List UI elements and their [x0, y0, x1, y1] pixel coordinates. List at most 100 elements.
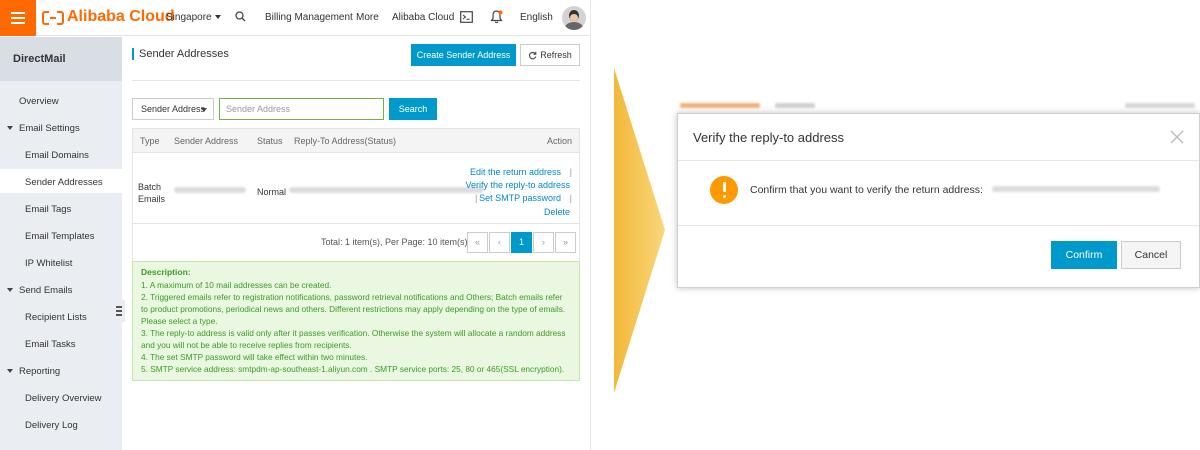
caret-down-icon — [214, 15, 221, 19]
column-header-action: Action — [546, 136, 572, 146]
description-panel: Description: 1. A maximum of 10 mail add… — [132, 261, 580, 381]
sidebar-item-label: Email Domains — [25, 150, 89, 161]
sidebar-item-recipient-lists[interactable]: Recipient Lists — [0, 304, 122, 328]
sidebar-item-delivery-overview[interactable]: Delivery Overview — [0, 385, 122, 409]
description-line: 1. A maximum of 10 mail addresses can be… — [141, 279, 332, 290]
caret-down-icon — [7, 369, 13, 373]
sidebar-item-overview[interactable]: Overview — [0, 88, 122, 112]
column-header-sender-address: Sender Address — [174, 136, 239, 146]
row-type-line1: Batch — [138, 182, 162, 192]
redacted-reply-to-address — [289, 187, 484, 193]
dialog-header: Verify the reply-to address — [678, 114, 1199, 161]
sidebar-item-label: Email Settings — [19, 123, 80, 134]
sidebar-item-label: Overview — [19, 96, 59, 107]
sidebar-group-email-settings[interactable]: Email Settings — [0, 115, 122, 139]
delete-link[interactable]: Delete — [544, 207, 570, 217]
column-header-status: Status — [257, 136, 283, 146]
sidebar-item-label: IP Whitelist — [25, 258, 73, 269]
redacted-sender-address — [174, 187, 246, 193]
search-field-select[interactable]: Sender Address — [132, 98, 214, 120]
redacted-return-address — [991, 186, 1160, 192]
verify-reply-to-dialog: Verify the reply-to address Confirm that… — [677, 113, 1200, 288]
refresh-icon — [529, 51, 537, 60]
terminal-icon[interactable] — [460, 11, 473, 26]
sidebar: DirectMail Overview Email Settings Email D… — [0, 37, 125, 450]
sidebar-item-sender-addresses[interactable]: Sender Addresses — [0, 169, 122, 193]
prev-page-button[interactable]: ‹ — [489, 232, 510, 253]
brand-name: Alibaba Cloud — [67, 8, 175, 25]
search-icon[interactable] — [235, 11, 246, 25]
sidebar-item-delivery-log[interactable]: Delivery Log — [0, 412, 122, 436]
bell-icon[interactable] — [490, 10, 503, 27]
top-navigation-bar: Alibaba Cloud Singapore Billing Manageme… — [0, 0, 590, 36]
description-title: Description: — [141, 267, 191, 277]
sidebar-item-email-tasks[interactable]: Email Tasks — [0, 331, 122, 355]
cancel-button[interactable]: Cancel — [1121, 241, 1181, 269]
main-content: Sender Addresses Create Sender Address R… — [122, 37, 590, 450]
confirm-button[interactable]: Confirm — [1051, 241, 1117, 269]
sidebar-item-label: Delivery Log — [25, 420, 78, 431]
chevron-down-icon — [201, 108, 207, 112]
close-icon[interactable] — [1166, 126, 1188, 148]
menu-icon[interactable] — [0, 0, 36, 36]
sidebar-item-email-tags[interactable]: Email Tags — [0, 196, 122, 220]
description-line: 3. The reply-to address is valid only af… — [141, 327, 566, 338]
next-page-button[interactable]: › — [533, 232, 554, 253]
search-input[interactable] — [219, 98, 384, 120]
column-header-reply-to-address: Reply-To Address(Status) — [294, 136, 397, 146]
sidebar-item-label: Send Emails — [19, 285, 73, 296]
description-line: 2. Triggered emails refer to registratio… — [141, 291, 563, 302]
sidebar-group-send-emails[interactable]: Send Emails — [0, 277, 122, 301]
description-line: 5. SMTP service address: smtpdm-ap-south… — [141, 363, 565, 374]
region-label: Singapore — [166, 12, 212, 23]
sidebar-item-ip-whitelist[interactable]: IP Whitelist — [0, 250, 122, 274]
sidebar-item-label: Delivery Overview — [25, 393, 102, 404]
region-selector[interactable]: Singapore — [166, 12, 221, 23]
background-page-peek — [677, 98, 1200, 113]
refresh-button[interactable]: Refresh — [520, 44, 580, 66]
description-line: Please select a type. — [141, 315, 218, 326]
warning-icon — [710, 176, 738, 204]
page-1-button[interactable]: 1 — [511, 232, 532, 253]
panel-divider — [590, 0, 591, 450]
verify-reply-to-address-link[interactable]: Verify the reply-to address — [465, 180, 570, 190]
sidebar-item-email-domains[interactable]: Email Domains — [0, 142, 122, 166]
set-smtp-password-link[interactable]: Set SMTP password — [479, 193, 561, 203]
row-status: Normal — [257, 187, 287, 197]
sidebar-group-reporting[interactable]: Reporting — [0, 358, 122, 382]
search-field-select-value: Sender Address — [141, 104, 206, 114]
edit-return-address-link[interactable]: Edit the return address — [470, 167, 561, 177]
product-title: DirectMail — [0, 37, 122, 81]
action-separator: | — [475, 193, 478, 203]
search-button[interactable]: Search — [389, 98, 437, 120]
alibaba-cloud-link[interactable]: Alibaba Cloud — [392, 12, 454, 23]
description-line: to product promotions, periodical news a… — [141, 303, 566, 314]
sender-address-table: Type Sender Address Status Reply-To Addr… — [132, 128, 580, 224]
language-selector[interactable]: English — [520, 12, 553, 23]
user-avatar[interactable] — [562, 6, 586, 30]
sidebar-item-label: Reporting — [19, 366, 61, 377]
billing-management-link[interactable]: Billing Management — [265, 12, 353, 23]
caret-down-icon — [7, 288, 13, 292]
last-page-button[interactable]: » — [555, 232, 576, 253]
dialog-title: Verify the reply-to address — [693, 130, 845, 145]
sidebar-item-label: Sender Addresses — [25, 177, 103, 188]
sidebar-item-email-templates[interactable]: Email Templates — [0, 223, 122, 247]
sidebar-item-label: Email Tags — [25, 204, 72, 215]
description-line: and you will not be able to receive repl… — [141, 339, 352, 350]
row-type-line2: Emails — [138, 194, 166, 204]
dialog-message: Confirm that you want to verify the retu… — [750, 184, 1160, 196]
create-sender-address-button[interactable]: Create Sender Address — [411, 44, 516, 66]
more-link[interactable]: More — [356, 12, 379, 23]
dialog-message-text: Confirm that you want to verify the retu… — [750, 184, 983, 196]
first-page-button[interactable]: « — [467, 232, 488, 253]
chevron-arrow-icon — [614, 68, 665, 393]
action-separator: | — [569, 193, 572, 203]
description-line: 4. The set SMTP password will take effec… — [141, 351, 368, 362]
column-header-type: Type — [140, 136, 160, 146]
page-title: Sender Addresses — [132, 48, 229, 60]
refresh-label: Refresh — [540, 50, 572, 60]
sidebar-item-label: Email Tasks — [25, 339, 76, 350]
sidebar-item-label: Recipient Lists — [25, 312, 87, 323]
header-divider — [132, 80, 580, 81]
